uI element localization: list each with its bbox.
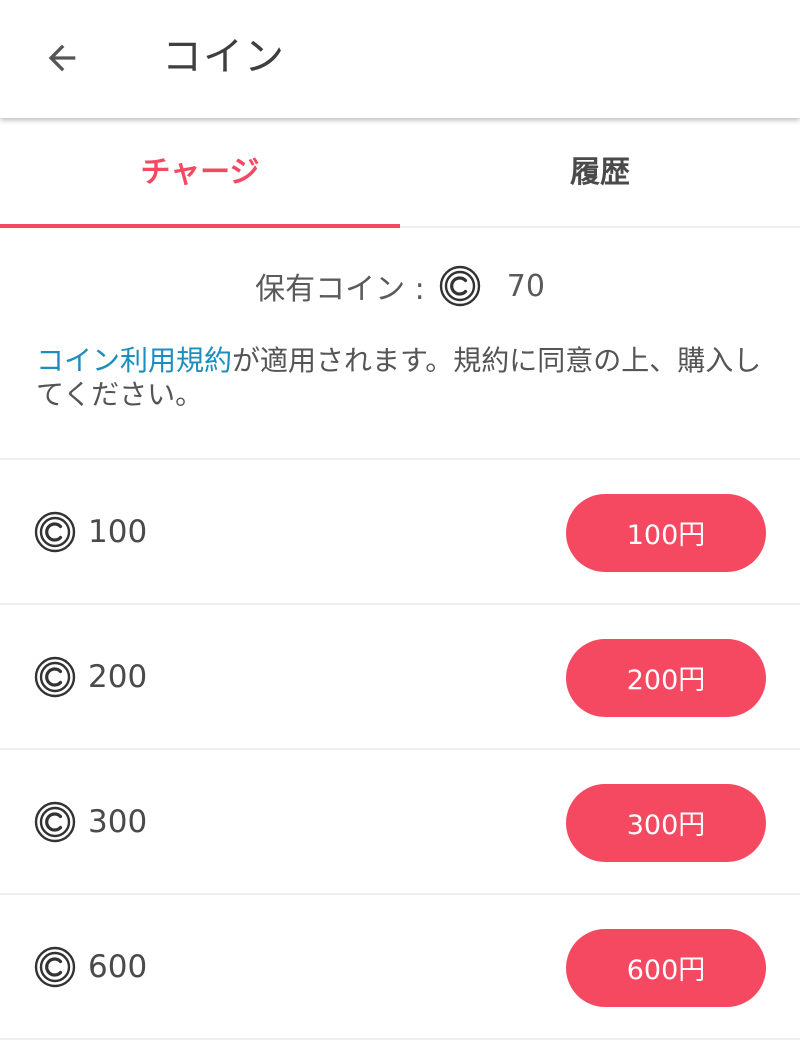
coin-screen: コイン チャージ 履歴 保有コイン : 70 コイン利用規約が適用されます。規約… bbox=[0, 0, 800, 1048]
coin-icon bbox=[34, 656, 76, 697]
plan-coins: 600 bbox=[88, 948, 148, 985]
tab-bar: チャージ 履歴 bbox=[0, 118, 800, 228]
plan-coins: 300 bbox=[88, 803, 148, 840]
coin-icon bbox=[34, 801, 76, 842]
plan-row: 300 300円 bbox=[0, 750, 800, 895]
plan-amount: 100 bbox=[34, 511, 147, 553]
buy-300-button[interactable]: 300円 bbox=[566, 783, 766, 862]
plan-row: 600 600円 bbox=[0, 895, 800, 1040]
coin-icon bbox=[439, 265, 480, 307]
tab-charge[interactable]: チャージ bbox=[0, 118, 400, 228]
coin-icon bbox=[34, 511, 76, 552]
buy-200-button[interactable]: 200円 bbox=[566, 638, 766, 717]
plan-amount: 200 bbox=[34, 656, 147, 698]
arrow-back-icon bbox=[48, 44, 76, 72]
page-title: コイン bbox=[162, 34, 285, 80]
terms-notice: コイン利用規約が適用されます。規約に同意の上、購入してください。 bbox=[0, 344, 800, 458]
terms-link[interactable]: コイン利用規約 bbox=[36, 344, 232, 377]
plan-amount: 600 bbox=[34, 946, 147, 988]
coin-balance: 保有コイン : 70 bbox=[0, 228, 800, 344]
balance-label: 保有コイン : bbox=[255, 272, 425, 307]
app-bar: コイン bbox=[0, 0, 800, 118]
plan-amount: 300 bbox=[34, 801, 147, 843]
buy-100-button[interactable]: 100円 bbox=[566, 493, 766, 572]
buy-600-button[interactable]: 600円 bbox=[566, 928, 766, 1007]
plan-coins: 200 bbox=[88, 658, 148, 695]
back-button[interactable] bbox=[28, 24, 96, 92]
coin-icon bbox=[34, 946, 76, 987]
plan-coins: 100 bbox=[88, 513, 148, 550]
plan-row: 100 100円 bbox=[0, 460, 800, 605]
tab-history[interactable]: 履歴 bbox=[400, 118, 800, 226]
plan-row: 200 200円 bbox=[0, 605, 800, 750]
balance-value: 70 bbox=[506, 268, 545, 304]
